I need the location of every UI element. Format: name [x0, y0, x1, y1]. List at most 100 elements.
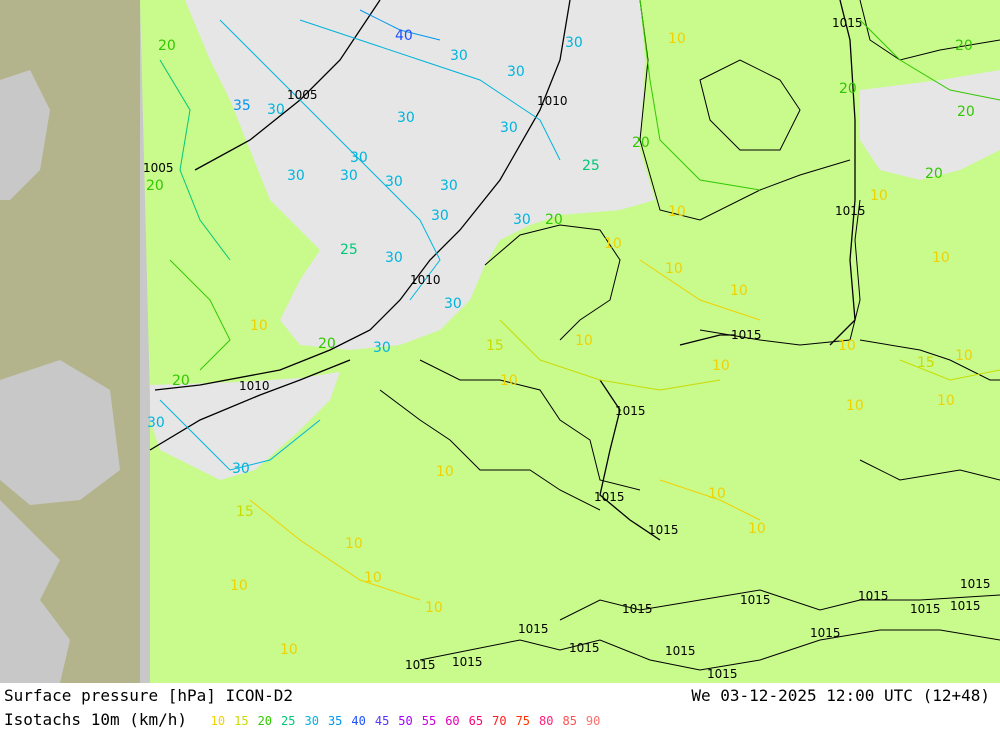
- isotach-label: 10: [748, 521, 766, 537]
- legend-value-40: 40: [351, 714, 366, 728]
- isotach-label: 10: [364, 570, 382, 586]
- isotach-label: 30: [350, 150, 368, 166]
- isotach-label: 30: [450, 48, 468, 64]
- isotach-label: 25: [340, 242, 358, 258]
- legend-value-70: 70: [492, 714, 507, 728]
- isotach-label: 10: [846, 398, 864, 414]
- isotach-label: 20: [955, 38, 973, 54]
- isotach-label: 30: [500, 120, 518, 136]
- pressure-label: 1010: [410, 273, 441, 287]
- isotach-label: 20: [839, 81, 857, 97]
- legend-value-75: 75: [515, 714, 531, 728]
- isotach-label: 30: [431, 208, 449, 224]
- pressure-label: 1015: [615, 404, 646, 418]
- isotach-label: 10: [668, 204, 686, 220]
- isotach-label: 20: [545, 212, 563, 228]
- legend-value-45: 45: [374, 714, 390, 728]
- pressure-label: 1015: [569, 641, 600, 655]
- pressure-label: 1005: [143, 161, 174, 175]
- pressure-label: 1015: [648, 523, 679, 537]
- isotach-label: 20: [632, 135, 650, 151]
- legend-value-60: 60: [445, 714, 460, 728]
- pressure-label: 1005: [287, 88, 318, 102]
- isotach-label: 10: [230, 578, 248, 594]
- isotach-legend-row: Isotachs 10m (km/h) 10 15 20 25 30 35 40 45 50 55…: [4, 710, 609, 729]
- isotach-label: 30: [397, 110, 415, 126]
- pressure-label: 1015: [518, 622, 549, 636]
- isotach-label: 10: [575, 333, 593, 349]
- legend-value-30: 30: [304, 714, 319, 728]
- isotach-label: 20: [925, 166, 943, 182]
- isotach-label: 10: [500, 373, 518, 389]
- isotach-label: 30: [385, 250, 403, 266]
- pressure-label: 1015: [405, 658, 436, 672]
- isotach-label: 20: [957, 104, 975, 120]
- isotach-label: 10: [870, 188, 888, 204]
- isotach-label: 10: [708, 486, 726, 502]
- isotach-label: 10: [345, 536, 363, 552]
- isotach-label: 10: [425, 600, 443, 616]
- pressure-label: 1010: [537, 94, 568, 108]
- isotach-label: 10: [712, 358, 730, 374]
- legend-value-35: 35: [327, 714, 343, 728]
- pressure-label: 1015: [740, 593, 771, 607]
- footer-title: Surface pressure [hPa] ICON-D2: [4, 686, 293, 705]
- legend-value-25: 25: [281, 714, 296, 728]
- weather-map: 1005 1010 1005 1010 1010 1015 1015 1015 …: [0, 0, 1000, 683]
- isotach-label: 20: [158, 38, 176, 54]
- pressure-label: 1015: [832, 16, 863, 30]
- pressure-label: 1010: [239, 379, 270, 393]
- pressure-label: 1015: [858, 589, 889, 603]
- legend-value-20: 20: [257, 714, 273, 728]
- isotach-label: 15: [917, 355, 935, 371]
- isotach-label: 10: [436, 464, 454, 480]
- forecast-timestamp: We 03-12-2025 12:00 UTC (12+48): [691, 686, 990, 705]
- isotach-label: 10: [665, 261, 683, 277]
- isotach-label: 30: [373, 340, 391, 356]
- legend-value-80: 80: [539, 714, 554, 728]
- isotach-label: 10: [250, 318, 268, 334]
- isotach-label: 30: [147, 415, 165, 431]
- legend-value-15: 15: [234, 714, 249, 728]
- isotach-label: 20: [146, 178, 164, 194]
- map-canvas: 1005 1010 1005 1010 1010 1015 1015 1015 …: [0, 0, 1000, 683]
- pressure-label: 1015: [731, 328, 762, 342]
- isotach-label: 10: [668, 31, 686, 47]
- isotach-label: 30: [565, 35, 583, 51]
- legend-value-50: 50: [398, 714, 413, 728]
- legend-value-90: 90: [585, 714, 601, 728]
- pressure-label: 1015: [594, 490, 625, 504]
- legend-value-85: 85: [562, 714, 577, 728]
- isotach-label: 10: [932, 250, 950, 266]
- isotach-label: 30: [232, 461, 250, 477]
- pressure-label: 1015: [622, 602, 653, 616]
- legend-value-65: 65: [468, 714, 484, 728]
- map-footer: Surface pressure [hPa] ICON-D2 We 03-12-…: [0, 683, 1000, 733]
- pressure-label: 1015: [910, 602, 941, 616]
- isotach-label: 25: [582, 158, 600, 174]
- isotach-label: 10: [730, 283, 748, 299]
- legend-value-10: 10: [210, 714, 226, 728]
- isotach-label: 30: [385, 174, 403, 190]
- pressure-label: 1015: [707, 667, 738, 681]
- isotach-label: 30: [267, 102, 285, 118]
- isotach-label: 15: [236, 504, 254, 520]
- isotach-label: 10: [604, 236, 622, 252]
- pressure-label: 1015: [960, 577, 991, 591]
- isotach-label: 30: [513, 212, 531, 228]
- pressure-label: 1015: [452, 655, 483, 669]
- isotach-label: 30: [287, 168, 305, 184]
- legend-value-55: 55: [421, 714, 437, 728]
- pressure-label: 1015: [835, 204, 866, 218]
- isotach-label: 10: [955, 348, 973, 364]
- isotach-label: 30: [340, 168, 358, 184]
- pressure-label: 1015: [810, 626, 841, 640]
- isotach-legend-label: Isotachs 10m (km/h): [4, 710, 188, 729]
- isotach-label: 35: [233, 98, 251, 114]
- isotach-label: 15: [486, 338, 504, 354]
- isotach-label: 30: [444, 296, 462, 312]
- isotach-label: 10: [937, 393, 955, 409]
- isotach-label: 30: [507, 64, 525, 80]
- pressure-label: 1015: [950, 599, 981, 613]
- isotach-label: 10: [280, 642, 298, 658]
